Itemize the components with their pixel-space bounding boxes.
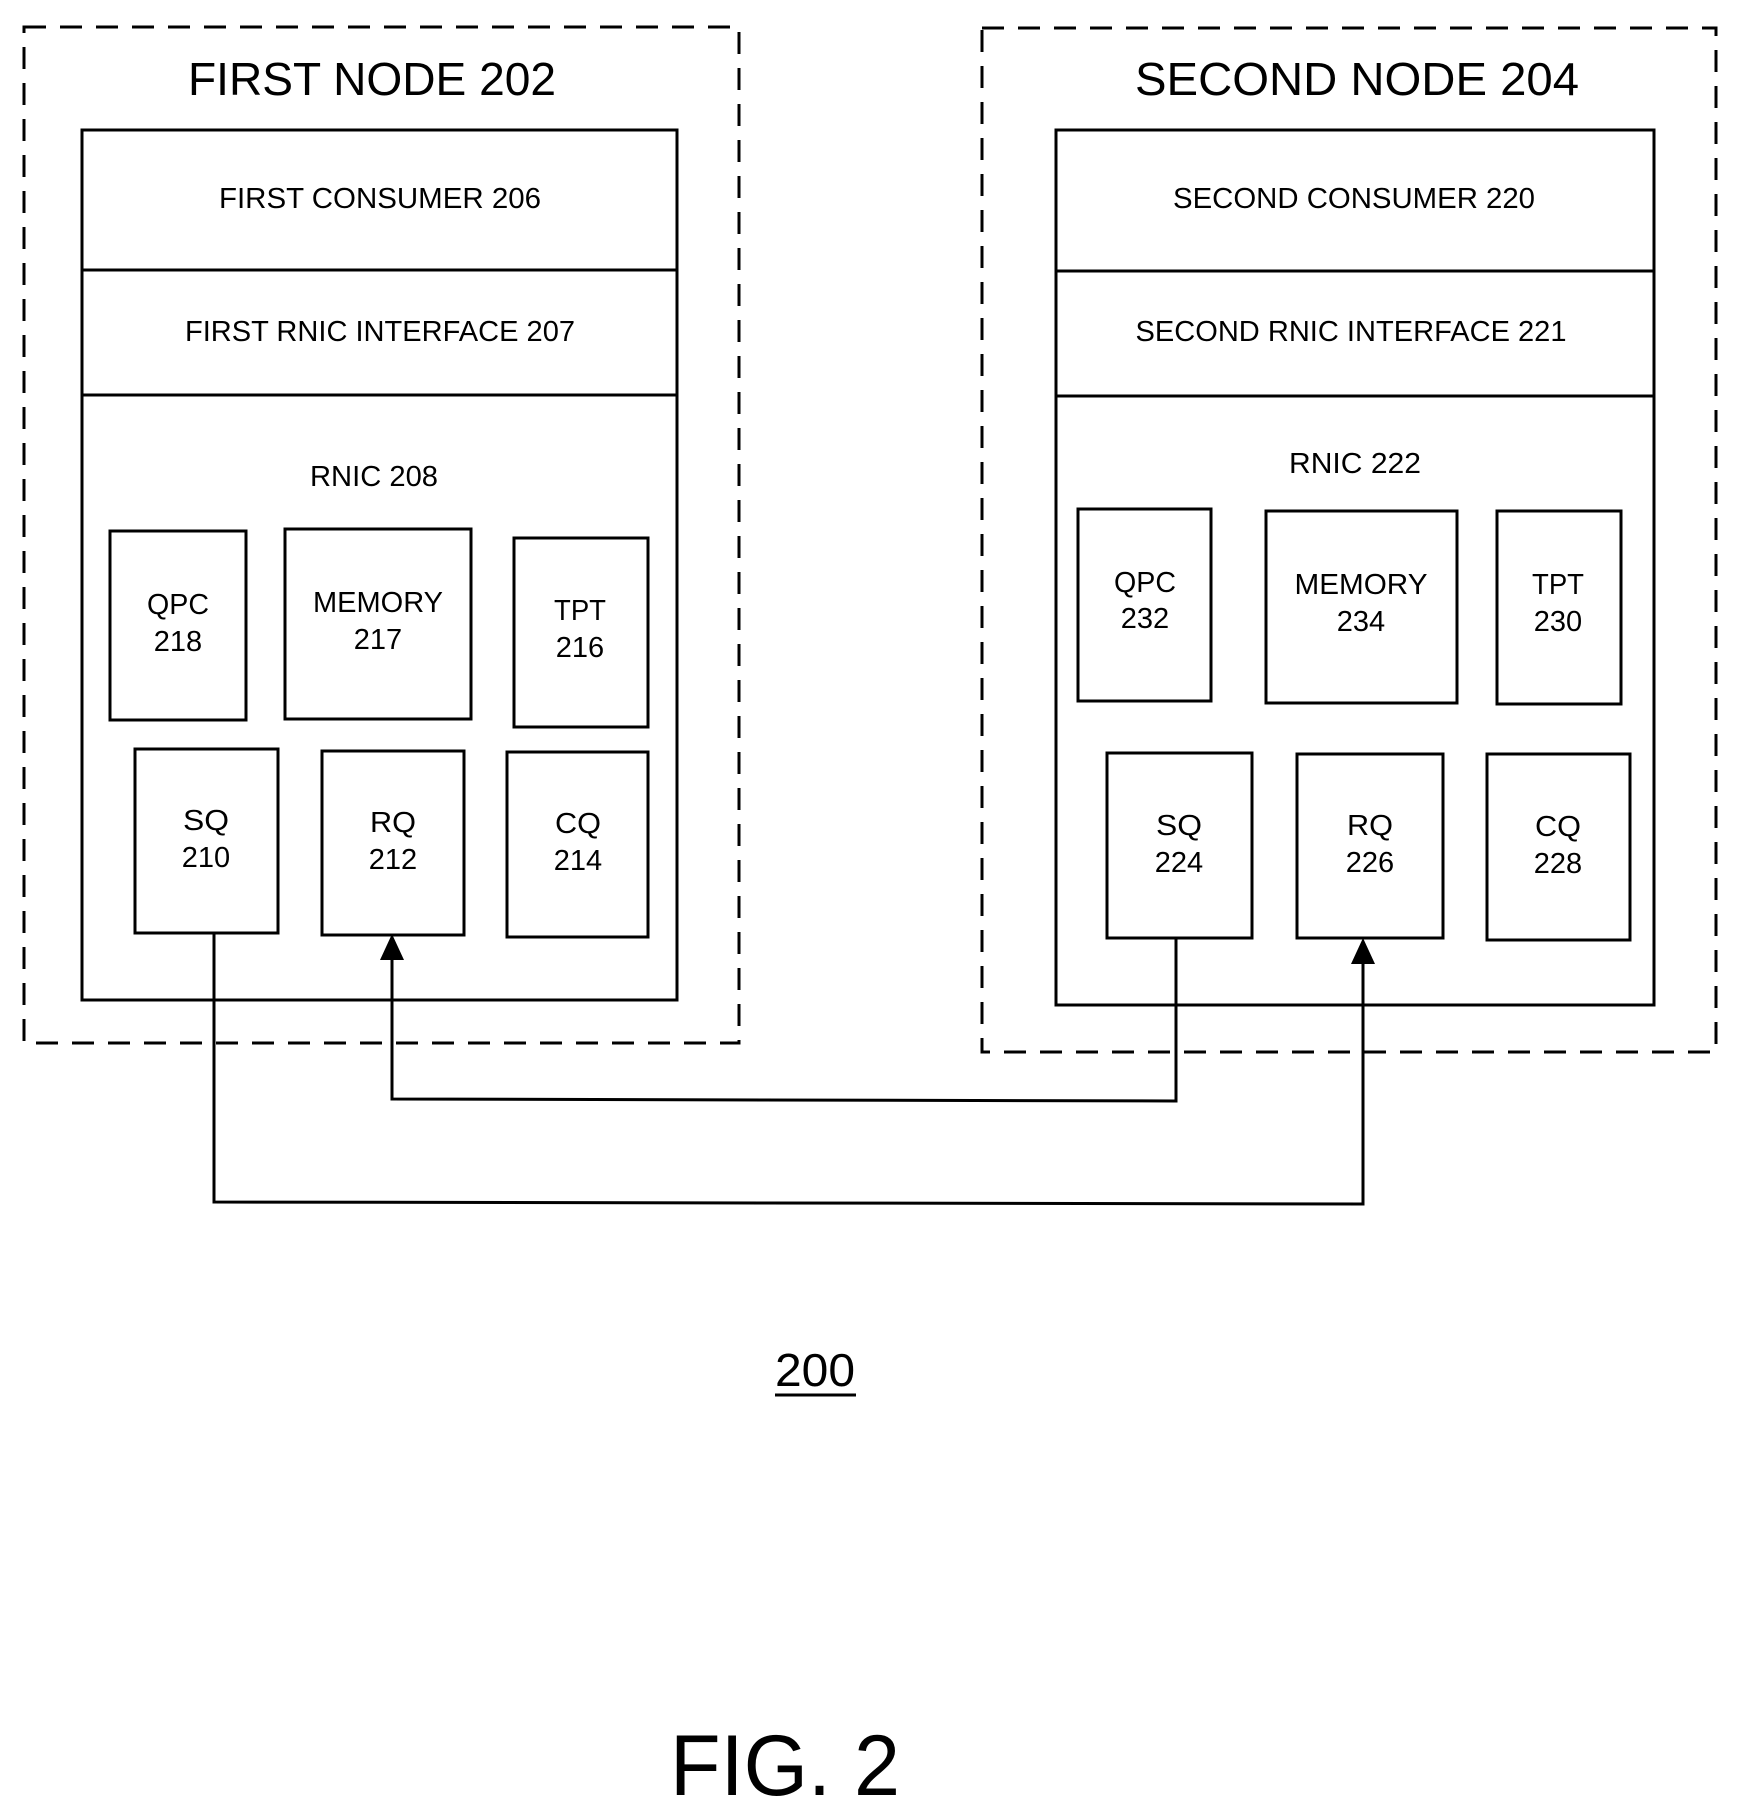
first-sq-ref: 210 — [182, 842, 230, 874]
second-consumer-label: SECOND CONSUMER 220 — [1173, 183, 1535, 215]
second-rq-block: RQ 226 — [1295, 752, 1445, 940]
second-tpt-name: TPT — [1532, 569, 1584, 601]
first-cq-name: CQ — [555, 808, 601, 840]
first-memory-name: MEMORY — [313, 587, 443, 619]
second-cq-block: CQ 228 — [1485, 752, 1632, 942]
second-cq-name: CQ — [1535, 811, 1581, 843]
second-sq-block: SQ 224 — [1105, 751, 1254, 940]
first-sq-block: SQ 210 — [133, 747, 280, 935]
first-tpt-block: TPT 216 — [512, 536, 650, 729]
second-node-title: SECOND NODE 204 — [1135, 53, 1579, 105]
second-tpt-ref: 230 — [1534, 606, 1582, 638]
first-memory-ref: 217 — [354, 624, 402, 656]
figure-reference-number: 200 — [775, 1344, 855, 1396]
first-rnic-interface-label: FIRST RNIC INTERFACE 207 — [185, 316, 575, 348]
first-sq-name: SQ — [183, 805, 229, 837]
first-qpc-name: QPC — [147, 589, 209, 621]
first-node: FIRST NODE 202 FIRST CONSUMER 206 FIRST … — [22, 25, 741, 1045]
figure-caption: FIG. 2 — [670, 1718, 900, 1814]
first-cq-ref: 214 — [554, 845, 602, 877]
second-memory-ref: 234 — [1337, 606, 1385, 638]
first-memory-block: MEMORY 217 — [283, 527, 473, 721]
first-rq-ref: 212 — [369, 844, 417, 876]
first-rq-name: RQ — [370, 807, 416, 839]
second-sq-ref: 224 — [1155, 847, 1203, 879]
second-sq-name: SQ — [1156, 810, 1202, 842]
first-tpt-name: TPT — [554, 595, 606, 627]
second-rq-name: RQ — [1347, 810, 1393, 842]
second-cq-ref: 228 — [1534, 848, 1582, 880]
second-qpc-ref: 232 — [1121, 603, 1169, 635]
first-consumer-label: FIRST CONSUMER 206 — [219, 183, 541, 215]
second-qpc-name: QPC — [1114, 567, 1176, 599]
diagram-canvas: FIRST NODE 202 FIRST CONSUMER 206 FIRST … — [22, 25, 1718, 1814]
first-node-title: FIRST NODE 202 — [188, 53, 556, 105]
second-memory-name: MEMORY — [1295, 569, 1428, 601]
first-cq-block: CQ 214 — [505, 750, 650, 939]
second-rnic-interface-label: SECOND RNIC INTERFACE 221 — [1136, 316, 1567, 348]
first-rnic-label: RNIC 208 — [310, 461, 438, 493]
second-rq-ref: 226 — [1346, 847, 1394, 879]
first-rq-block: RQ 212 — [320, 749, 466, 937]
first-tpt-ref: 216 — [556, 632, 604, 664]
first-qpc-ref: 218 — [154, 626, 202, 658]
second-tpt-block: TPT 230 — [1495, 509, 1623, 706]
second-node: SECOND NODE 204 SECOND CONSUMER 220 SECO… — [980, 26, 1718, 1054]
second-memory-block: MEMORY 234 — [1264, 509, 1459, 705]
first-qpc-block: QPC 218 — [108, 529, 248, 722]
second-qpc-block: QPC 232 — [1076, 507, 1213, 703]
second-rnic-label: RNIC 222 — [1289, 448, 1421, 480]
